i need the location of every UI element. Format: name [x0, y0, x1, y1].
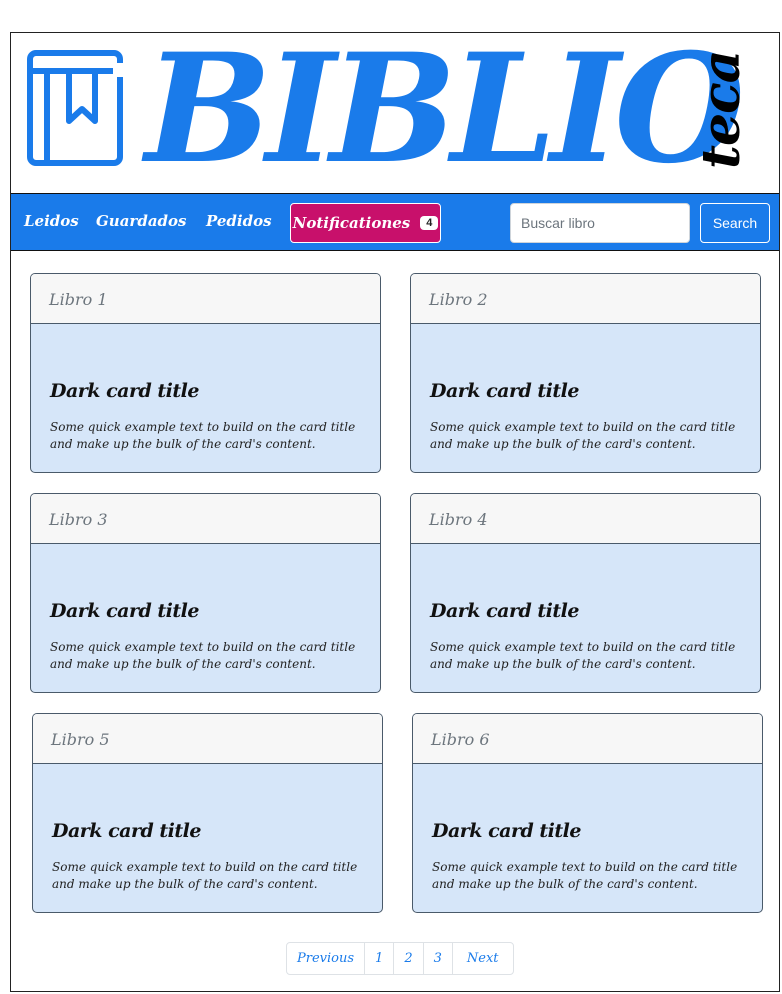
navbar: Leidos Guardados Pedidos Notificationes …: [11, 193, 779, 251]
card-title: Dark card title: [432, 820, 581, 842]
card-header: Libro 2: [411, 274, 760, 324]
pagination-previous[interactable]: Previous: [287, 943, 364, 974]
notifications-button[interactable]: Notificationes 4: [290, 203, 441, 243]
book-bookmark-icon: [27, 50, 123, 166]
card-text: Some quick example text to build on the …: [430, 640, 736, 671]
pagination: Previous 1 2 3 Next: [286, 942, 514, 975]
brand-title: BIBLIO: [145, 32, 745, 197]
brand-header: BIBLIO teca: [11, 33, 779, 197]
card-title: Dark card title: [430, 380, 579, 402]
card-title: Dark card title: [50, 600, 199, 622]
book-card-1[interactable]: Libro 1 Dark card title Some quick examp…: [30, 273, 381, 473]
card-text: Some quick example text to build on the …: [430, 420, 736, 451]
nav-link-pedidos[interactable]: Pedidos: [206, 212, 272, 230]
search-button[interactable]: Search: [700, 203, 770, 243]
notifications-count-badge: 4: [420, 216, 439, 230]
pagination-page-1[interactable]: 1: [364, 943, 393, 974]
card-text: Some quick example text to build on the …: [50, 420, 356, 451]
card-title: Dark card title: [52, 820, 201, 842]
card-header: Libro 5: [33, 714, 382, 764]
pagination-page-2[interactable]: 2: [393, 943, 422, 974]
search-input[interactable]: [510, 203, 690, 243]
card-title: Dark card title: [50, 380, 199, 402]
card-header: Libro 4: [411, 494, 760, 544]
book-card-2[interactable]: Libro 2 Dark card title Some quick examp…: [410, 273, 761, 473]
card-header: Libro 3: [31, 494, 380, 544]
nav-link-guardados[interactable]: Guardados: [96, 212, 186, 230]
pagination-page-3[interactable]: 3: [422, 943, 452, 974]
pagination-next[interactable]: Next: [451, 943, 513, 974]
page-frame: BIBLIO teca Leidos Guardados Pedidos Not…: [10, 32, 780, 992]
nav-link-leidos[interactable]: Leidos: [24, 212, 79, 230]
book-card-6[interactable]: Libro 6 Dark card title Some quick examp…: [412, 713, 763, 913]
brand-subtitle: teca: [691, 50, 752, 169]
card-text: Some quick example text to build on the …: [52, 860, 358, 891]
card-header: Libro 6: [413, 714, 762, 764]
card-header: Libro 1: [31, 274, 380, 324]
card-text: Some quick example text to build on the …: [432, 860, 738, 891]
book-card-3[interactable]: Libro 3 Dark card title Some quick examp…: [30, 493, 381, 693]
card-title: Dark card title: [430, 600, 579, 622]
book-card-5[interactable]: Libro 5 Dark card title Some quick examp…: [32, 713, 383, 913]
notifications-label: Notificationes: [292, 214, 411, 232]
card-text: Some quick example text to build on the …: [50, 640, 356, 671]
book-card-4[interactable]: Libro 4 Dark card title Some quick examp…: [410, 493, 761, 693]
